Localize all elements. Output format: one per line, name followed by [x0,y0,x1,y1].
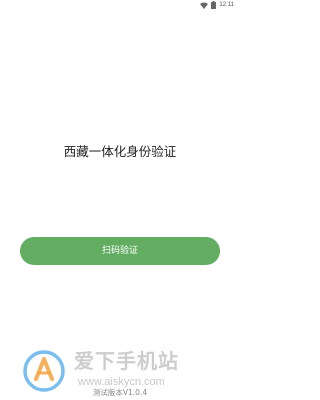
watermark-site-name: 爱下手机站 [74,349,179,373]
status-time: 12:11 [219,2,234,8]
wifi-icon [200,2,209,9]
battery-icon [211,1,217,9]
watermark-logo-icon [22,349,66,393]
page-title: 西藏一体化身份验证 [63,144,177,159]
status-bar: 12:11 [0,0,240,10]
version-label: 测试版本V1.0.4 [92,388,148,397]
watermark-url: www.aiskycn.com [78,376,165,388]
scan-verify-button[interactable]: 扫码验证 [20,237,220,265]
status-icons: 12:11 [200,1,234,9]
